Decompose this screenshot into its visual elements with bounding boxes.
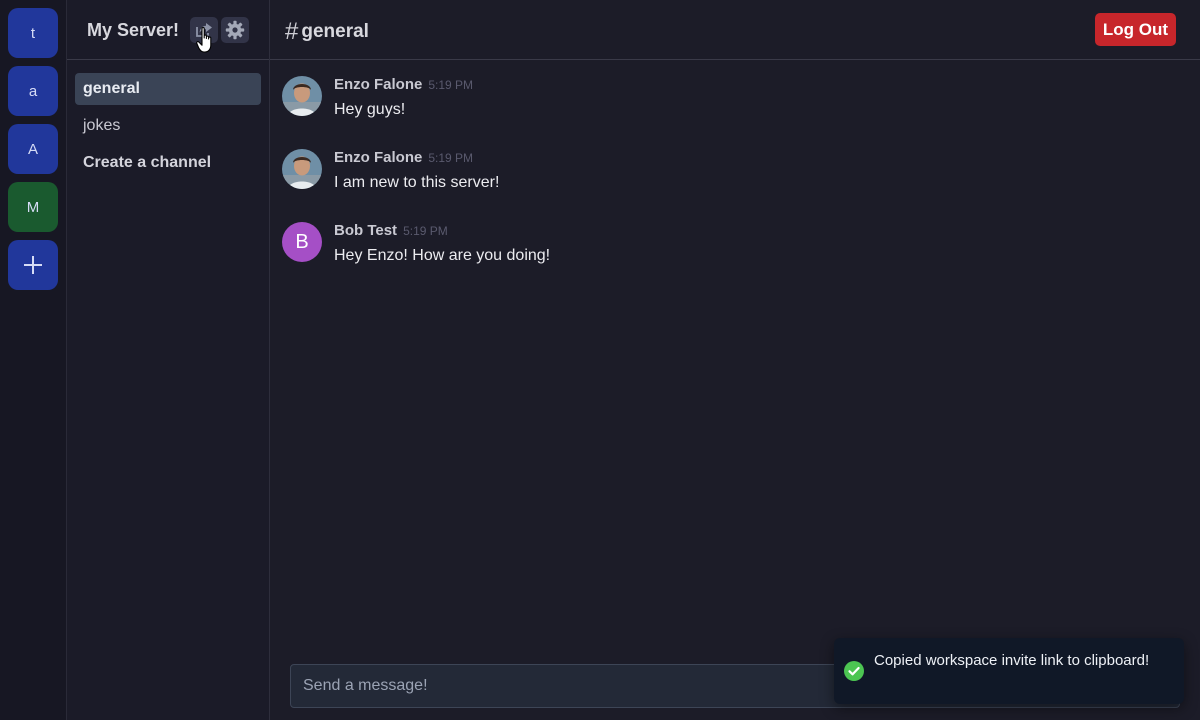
server-initial: M: [26, 198, 40, 216]
channel-item-general[interactable]: general: [75, 73, 261, 105]
hash-icon: #: [285, 18, 299, 45]
server-header: My Server!: [67, 0, 269, 60]
plus-icon: [24, 256, 42, 274]
check-circle-icon: [844, 661, 864, 681]
user-avatar[interactable]: [282, 149, 322, 189]
server-button-A[interactable]: A: [8, 124, 58, 174]
message-timestamp: 5:19 PM: [403, 224, 448, 238]
message-list: Enzo Falone 5:19 PM Hey guys! Enzo Falone…: [282, 72, 1182, 291]
user-avatar[interactable]: B: [282, 222, 322, 262]
server-name: My Server!: [87, 20, 180, 40]
add-server-button[interactable]: [8, 240, 58, 290]
share-icon: [196, 23, 212, 37]
toast-message: Copied workspace invite link to clipboar…: [874, 652, 1150, 669]
message-author: Enzo Falone 5:19 PM: [334, 76, 473, 93]
logout-button[interactable]: Log Out: [1094, 13, 1176, 46]
server-initial: t: [30, 24, 36, 42]
create-channel-button[interactable]: Create a channel: [75, 147, 261, 179]
message-author: Enzo Falone 5:19 PM: [334, 149, 473, 166]
channel-sidebar: My Server! general jokes Create a channe…: [67, 0, 270, 720]
toast-notification: Copied workspace invite link to clipboar…: [834, 638, 1184, 704]
app-window: t a A M My Server! general jokes Create …: [0, 0, 1200, 720]
message-text: I am new to this server!: [334, 174, 500, 191]
message-item: Enzo Falone 5:19 PM I am new to this serv…: [282, 145, 1182, 218]
message-item: Enzo Falone 5:19 PM Hey guys!: [282, 72, 1182, 145]
chat-header: # general Log Out: [270, 0, 1200, 60]
server-button-M[interactable]: M: [8, 182, 58, 232]
message-author: Bob Test 5:19 PM: [334, 222, 448, 239]
user-avatar[interactable]: [282, 76, 322, 116]
channel-title: # general: [285, 18, 369, 46]
server-button-a[interactable]: a: [8, 66, 58, 116]
message-text: Hey Enzo! How are you doing!: [334, 247, 551, 264]
gear-icon: [225, 20, 245, 40]
message-timestamp: 5:19 PM: [428, 78, 474, 92]
channel-item-jokes[interactable]: jokes: [75, 110, 261, 142]
channel-list: general jokes Create a channel: [75, 73, 261, 184]
channel-title-text: general: [301, 21, 369, 42]
author-name[interactable]: Enzo Falone: [334, 149, 422, 166]
author-name[interactable]: Bob Test: [334, 222, 397, 239]
server-initial: A: [27, 140, 38, 158]
server-rail: t a A M: [0, 0, 67, 720]
message-text: Hey guys!: [334, 101, 406, 118]
server-button-t[interactable]: t: [8, 8, 58, 58]
message-item: B Bob Test 5:19 PM Hey Enzo! How are you …: [282, 218, 1182, 291]
share-invite-button[interactable]: [190, 17, 218, 43]
server-settings-button[interactable]: [221, 17, 249, 43]
chat-main: # general Log Out Enzo Falone 5:19 PM Hey …: [270, 0, 1200, 720]
message-timestamp: 5:19 PM: [428, 151, 474, 165]
server-initial: a: [28, 82, 38, 100]
author-name[interactable]: Enzo Falone: [334, 76, 422, 93]
